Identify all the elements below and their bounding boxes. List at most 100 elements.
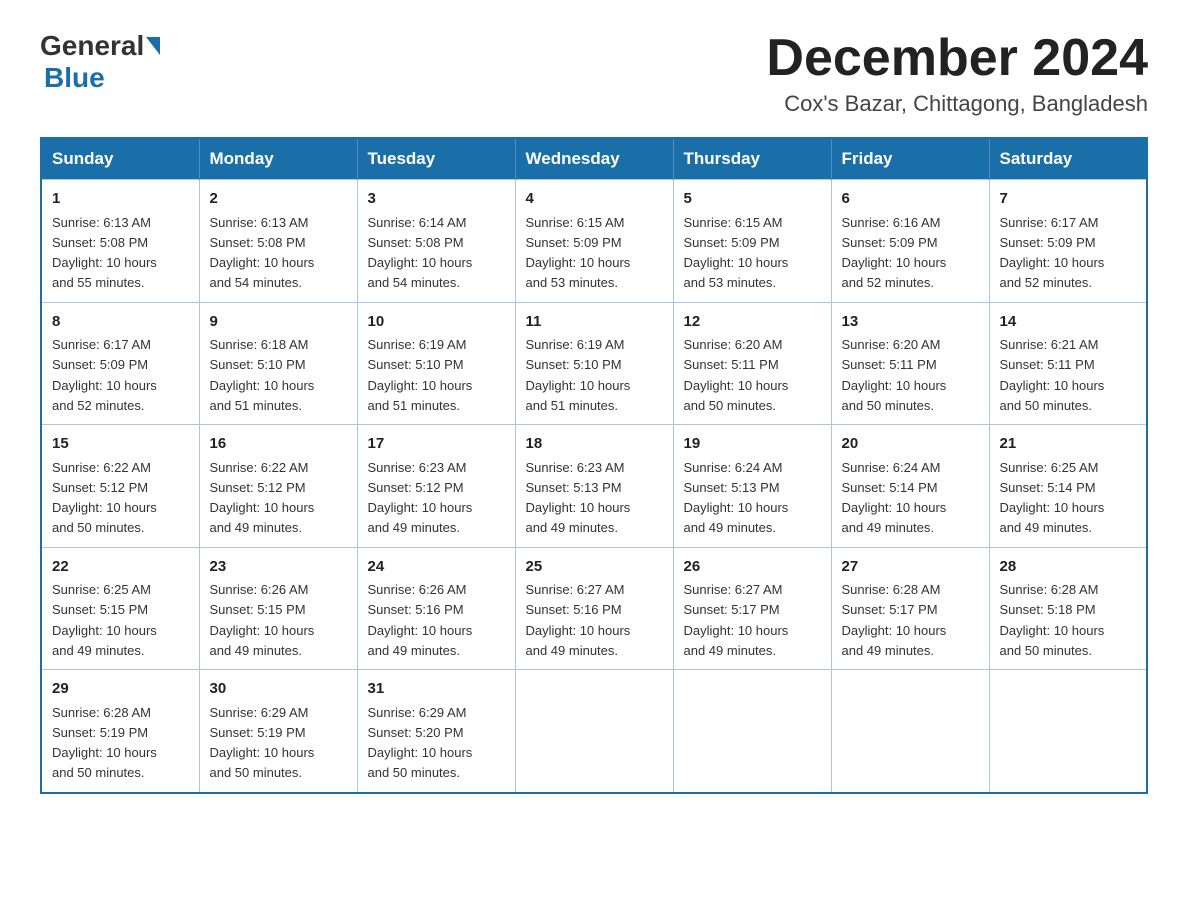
day-number: 5 [684,188,821,211]
day-info: Sunrise: 6:23 AMSunset: 5:13 PMDaylight:… [526,460,631,536]
day-info: Sunrise: 6:20 AMSunset: 5:11 PMDaylight:… [684,337,789,413]
day-info: Sunrise: 6:29 AMSunset: 5:19 PMDaylight:… [210,705,315,781]
logo-general-text: General [40,30,144,62]
day-info: Sunrise: 6:24 AMSunset: 5:14 PMDaylight:… [842,460,947,536]
calendar-day-cell: 23 Sunrise: 6:26 AMSunset: 5:15 PMDaylig… [199,547,357,670]
day-number: 2 [210,188,347,211]
day-number: 25 [526,556,663,579]
day-number: 1 [52,188,189,211]
calendar-day-cell: 26 Sunrise: 6:27 AMSunset: 5:17 PMDaylig… [673,547,831,670]
calendar-day-cell: 21 Sunrise: 6:25 AMSunset: 5:14 PMDaylig… [989,425,1147,548]
weekday-header-sunday: Sunday [41,138,199,180]
calendar-day-cell: 14 Sunrise: 6:21 AMSunset: 5:11 PMDaylig… [989,302,1147,425]
day-number: 23 [210,556,347,579]
day-info: Sunrise: 6:25 AMSunset: 5:15 PMDaylight:… [52,582,157,658]
calendar-day-cell: 9 Sunrise: 6:18 AMSunset: 5:10 PMDayligh… [199,302,357,425]
day-number: 22 [52,556,189,579]
calendar-day-cell [989,670,1147,793]
calendar-day-cell: 2 Sunrise: 6:13 AMSunset: 5:08 PMDayligh… [199,180,357,303]
day-info: Sunrise: 6:29 AMSunset: 5:20 PMDaylight:… [368,705,473,781]
day-info: Sunrise: 6:13 AMSunset: 5:08 PMDaylight:… [210,215,315,291]
calendar-week-row: 8 Sunrise: 6:17 AMSunset: 5:09 PMDayligh… [41,302,1147,425]
day-info: Sunrise: 6:13 AMSunset: 5:08 PMDaylight:… [52,215,157,291]
day-info: Sunrise: 6:16 AMSunset: 5:09 PMDaylight:… [842,215,947,291]
day-number: 26 [684,556,821,579]
day-number: 4 [526,188,663,211]
calendar-day-cell: 20 Sunrise: 6:24 AMSunset: 5:14 PMDaylig… [831,425,989,548]
day-info: Sunrise: 6:22 AMSunset: 5:12 PMDaylight:… [210,460,315,536]
calendar-day-cell: 3 Sunrise: 6:14 AMSunset: 5:08 PMDayligh… [357,180,515,303]
calendar-day-cell: 13 Sunrise: 6:20 AMSunset: 5:11 PMDaylig… [831,302,989,425]
day-info: Sunrise: 6:27 AMSunset: 5:17 PMDaylight:… [684,582,789,658]
day-number: 31 [368,678,505,701]
day-number: 20 [842,433,979,456]
calendar-week-row: 1 Sunrise: 6:13 AMSunset: 5:08 PMDayligh… [41,180,1147,303]
calendar-week-row: 29 Sunrise: 6:28 AMSunset: 5:19 PMDaylig… [41,670,1147,793]
calendar-day-cell: 10 Sunrise: 6:19 AMSunset: 5:10 PMDaylig… [357,302,515,425]
logo-arrow-icon [146,37,160,55]
title-section: December 2024 Cox's Bazar, Chittagong, B… [766,30,1148,117]
logo: General Blue [40,30,162,94]
day-number: 16 [210,433,347,456]
calendar-day-cell: 29 Sunrise: 6:28 AMSunset: 5:19 PMDaylig… [41,670,199,793]
day-number: 27 [842,556,979,579]
weekday-header-tuesday: Tuesday [357,138,515,180]
day-number: 18 [526,433,663,456]
calendar-day-cell: 8 Sunrise: 6:17 AMSunset: 5:09 PMDayligh… [41,302,199,425]
day-info: Sunrise: 6:18 AMSunset: 5:10 PMDaylight:… [210,337,315,413]
day-info: Sunrise: 6:19 AMSunset: 5:10 PMDaylight:… [526,337,631,413]
calendar-day-cell: 31 Sunrise: 6:29 AMSunset: 5:20 PMDaylig… [357,670,515,793]
calendar-day-cell: 5 Sunrise: 6:15 AMSunset: 5:09 PMDayligh… [673,180,831,303]
day-number: 13 [842,311,979,334]
calendar-week-row: 22 Sunrise: 6:25 AMSunset: 5:15 PMDaylig… [41,547,1147,670]
day-number: 17 [368,433,505,456]
weekday-header-wednesday: Wednesday [515,138,673,180]
day-number: 9 [210,311,347,334]
calendar-table: SundayMondayTuesdayWednesdayThursdayFrid… [40,137,1148,794]
day-number: 24 [368,556,505,579]
day-info: Sunrise: 6:17 AMSunset: 5:09 PMDaylight:… [1000,215,1105,291]
day-number: 7 [1000,188,1137,211]
day-info: Sunrise: 6:20 AMSunset: 5:11 PMDaylight:… [842,337,947,413]
weekday-header-saturday: Saturday [989,138,1147,180]
day-number: 6 [842,188,979,211]
calendar-day-cell: 22 Sunrise: 6:25 AMSunset: 5:15 PMDaylig… [41,547,199,670]
calendar-day-cell [831,670,989,793]
calendar-day-cell: 28 Sunrise: 6:28 AMSunset: 5:18 PMDaylig… [989,547,1147,670]
day-number: 14 [1000,311,1137,334]
day-number: 19 [684,433,821,456]
day-number: 30 [210,678,347,701]
day-info: Sunrise: 6:23 AMSunset: 5:12 PMDaylight:… [368,460,473,536]
day-info: Sunrise: 6:28 AMSunset: 5:19 PMDaylight:… [52,705,157,781]
calendar-day-cell [515,670,673,793]
weekday-header-monday: Monday [199,138,357,180]
day-number: 11 [526,311,663,334]
calendar-day-cell: 25 Sunrise: 6:27 AMSunset: 5:16 PMDaylig… [515,547,673,670]
day-number: 28 [1000,556,1137,579]
calendar-day-cell: 1 Sunrise: 6:13 AMSunset: 5:08 PMDayligh… [41,180,199,303]
day-number: 12 [684,311,821,334]
calendar-day-cell: 17 Sunrise: 6:23 AMSunset: 5:12 PMDaylig… [357,425,515,548]
calendar-day-cell: 19 Sunrise: 6:24 AMSunset: 5:13 PMDaylig… [673,425,831,548]
calendar-day-cell: 18 Sunrise: 6:23 AMSunset: 5:13 PMDaylig… [515,425,673,548]
day-number: 3 [368,188,505,211]
calendar-day-cell: 11 Sunrise: 6:19 AMSunset: 5:10 PMDaylig… [515,302,673,425]
month-title: December 2024 [766,30,1148,87]
day-number: 8 [52,311,189,334]
day-info: Sunrise: 6:22 AMSunset: 5:12 PMDaylight:… [52,460,157,536]
day-info: Sunrise: 6:21 AMSunset: 5:11 PMDaylight:… [1000,337,1105,413]
calendar-day-cell: 30 Sunrise: 6:29 AMSunset: 5:19 PMDaylig… [199,670,357,793]
weekday-header-thursday: Thursday [673,138,831,180]
day-info: Sunrise: 6:15 AMSunset: 5:09 PMDaylight:… [684,215,789,291]
calendar-day-cell [673,670,831,793]
location-subtitle: Cox's Bazar, Chittagong, Bangladesh [766,91,1148,117]
calendar-day-cell: 27 Sunrise: 6:28 AMSunset: 5:17 PMDaylig… [831,547,989,670]
day-number: 29 [52,678,189,701]
day-info: Sunrise: 6:26 AMSunset: 5:16 PMDaylight:… [368,582,473,658]
day-info: Sunrise: 6:25 AMSunset: 5:14 PMDaylight:… [1000,460,1105,536]
day-number: 10 [368,311,505,334]
logo-blue-text: Blue [44,62,105,93]
calendar-day-cell: 15 Sunrise: 6:22 AMSunset: 5:12 PMDaylig… [41,425,199,548]
day-info: Sunrise: 6:28 AMSunset: 5:17 PMDaylight:… [842,582,947,658]
day-number: 15 [52,433,189,456]
